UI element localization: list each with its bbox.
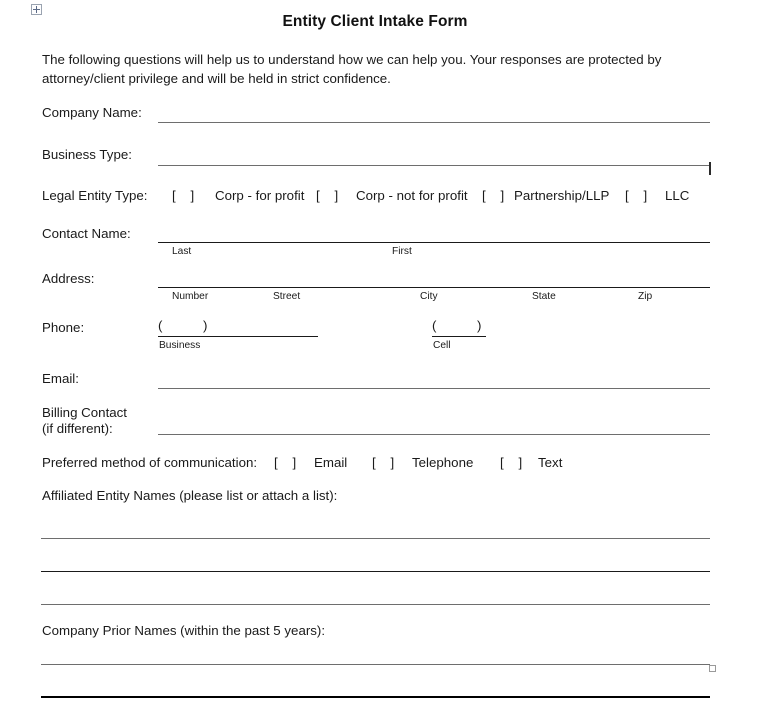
legal-entity-checkbox-corp-for-profit[interactable]: [ ] [172,188,194,203]
preferred-method-option-label-email: Email [314,455,348,470]
company-prior-names-line-2[interactable] [41,696,710,698]
company-prior-names-line-1[interactable] [41,664,710,665]
table-resize-handle-icon[interactable] [709,665,716,672]
legal-entity-option-label-corp-for-profit: Corp - for profit [215,188,305,203]
preferred-method-checkbox-telephone[interactable]: [ ] [372,455,394,470]
preferred-method-checkbox-text[interactable]: [ ] [500,455,522,470]
phone-cell-open-paren: ( [432,318,437,333]
contact-name-sublabel-last: Last [172,246,192,257]
affiliated-entity-names-line-2[interactable] [41,571,710,572]
legal-entity-option-label-corp-not-for-profit: Corp - not for profit [356,188,468,203]
contact-name-sublabel-first: First [392,246,412,257]
billing-contact-label-line2: (if different): [42,421,113,436]
affiliated-entity-names-label: Affiliated Entity Names (please list or … [42,488,338,503]
legal-entity-type-label: Legal Entity Type: [42,188,148,203]
business-type-label: Business Type: [42,147,132,162]
billing-contact-input[interactable] [158,434,710,435]
phone-label: Phone: [42,320,85,335]
legal-entity-checkbox-llc[interactable]: [ ] [625,188,647,203]
legal-entity-option-label-llc: LLC [665,188,690,203]
address-sublabel-city: City [420,291,438,302]
contact-name-input[interactable] [158,242,710,243]
page-title: Entity Client Intake Form [282,13,468,30]
preferred-method-option-label-text: Text [538,455,563,470]
intro-paragraph: The following questions will help us to … [42,52,662,86]
affiliated-entity-names-line-3[interactable] [41,604,710,605]
document-page: Entity Client Intake Form The following … [0,0,768,708]
email-input[interactable] [158,388,710,389]
business-type-input[interactable] [158,165,710,166]
phone-cell-close-paren: ) [477,318,482,333]
address-input[interactable] [158,287,710,288]
address-sublabel-street: Street [273,291,301,302]
company-name-input[interactable] [158,122,710,123]
billing-contact-label-line1: Billing Contact [42,405,127,420]
contact-name-label: Contact Name: [42,226,131,241]
address-label: Address: [42,271,95,286]
company-prior-names-label: Company Prior Names (within the past 5 y… [42,623,326,638]
company-name-label: Company Name: [42,105,142,120]
address-sublabel-state: State [532,291,556,302]
phone-cell-input[interactable] [432,336,486,337]
legal-entity-checkbox-corp-not-for-profit[interactable]: [ ] [316,188,338,203]
legal-entity-checkbox-partnership-llp[interactable]: [ ] [482,188,504,203]
preferred-method-checkbox-email[interactable]: [ ] [274,455,296,470]
affiliated-entity-names-line-1[interactable] [41,538,710,539]
preferred-method-option-label-telephone: Telephone [412,455,474,470]
phone-business-sublabel: Business [159,340,201,351]
email-label: Email: [42,371,79,386]
phone-cell-sublabel: Cell [433,340,451,351]
phone-business-open-paren: ( [158,318,163,333]
preferred-method-label: Preferred method of communication: [42,455,258,470]
address-sublabel-zip: Zip [638,291,653,302]
phone-business-input[interactable] [158,336,318,337]
phone-business-close-paren: ) [203,318,208,333]
text-cursor-mark [709,162,711,175]
legal-entity-option-label-partnership-llp: Partnership/LLP [514,188,610,203]
address-sublabel-number: Number [172,291,209,302]
